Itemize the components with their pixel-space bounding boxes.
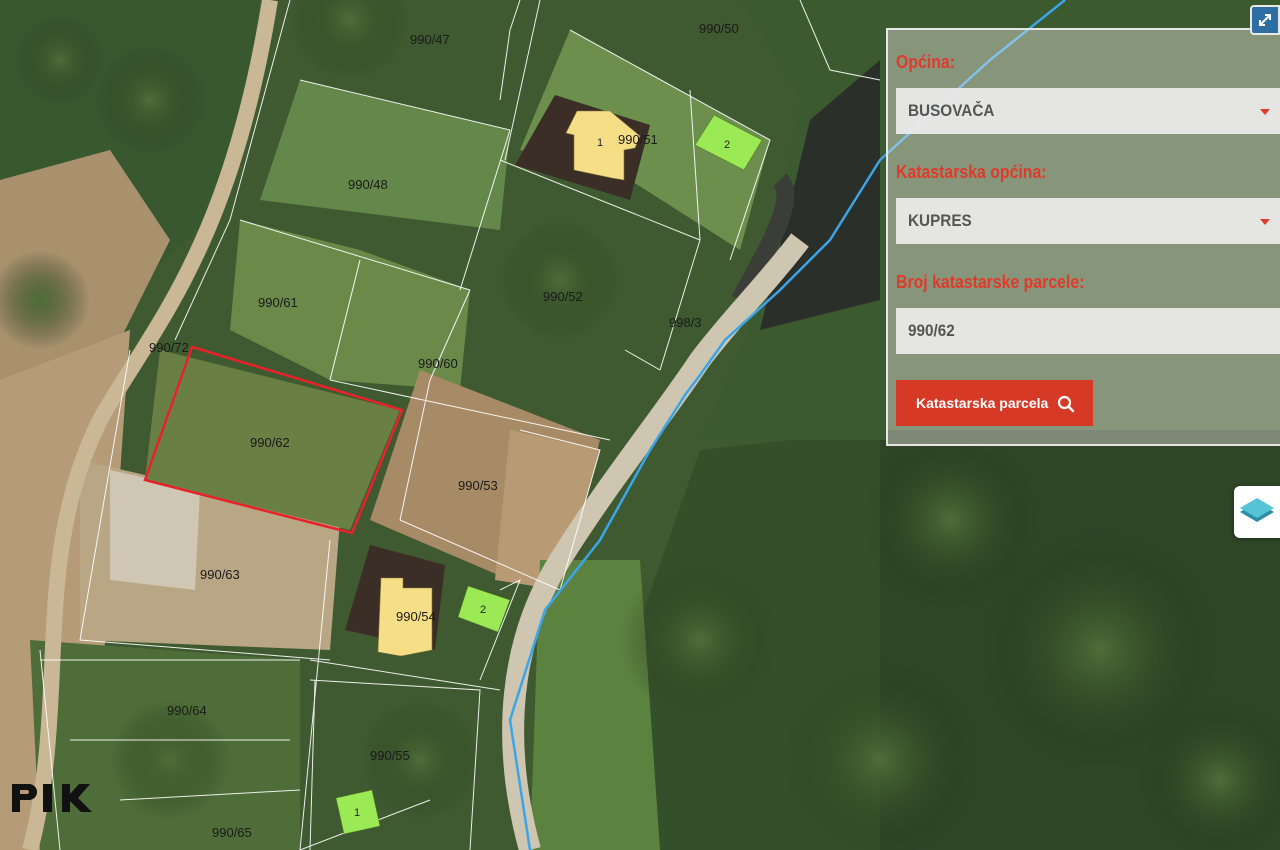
cadastral-municipality-value: KUPRES (908, 211, 972, 230)
expand-arrows-icon (1259, 14, 1271, 26)
building-b3-number: 2 (480, 604, 486, 616)
parcel-label-990_62: 990/62 (250, 435, 290, 450)
chevron-down-icon (1260, 109, 1270, 115)
parcel-label-990_61: 990/61 (258, 295, 298, 310)
parcel-search-panel: Općina: BUSOVAČA Katastarska općina: KUP… (886, 28, 1280, 446)
parcel-label-990_51: 990/51 (618, 132, 658, 147)
parcel-label-990_72: 990/72 (149, 340, 189, 355)
building-b1-number: 1 (597, 137, 603, 149)
municipality-select[interactable]: BUSOVAČA (896, 88, 1280, 134)
building-b2-number: 2 (724, 139, 730, 151)
parcel-label-990_55: 990/55 (370, 748, 410, 763)
cadastral-municipality-select[interactable]: KUPRES (896, 198, 1280, 244)
parcel-label-990_53: 990/53 (458, 478, 498, 493)
layers-icon (1240, 498, 1274, 522)
search-icon (1057, 395, 1075, 413)
fullscreen-button[interactable] (1250, 5, 1280, 35)
parcel-number-input[interactable]: 990/62 (896, 308, 1280, 354)
chevron-down-icon (1260, 219, 1270, 225)
parcel-label-990_52: 990/52 (543, 289, 583, 304)
parcel-label-990_60: 990/60 (418, 356, 458, 371)
search-parcel-button-label: Katastarska parcela (916, 395, 1049, 411)
parcel-label-990_48: 990/48 (348, 177, 388, 192)
parcel-label-998_3: 998/3 (669, 315, 702, 330)
parcel-label-990_63: 990/63 (200, 567, 240, 582)
parcel-label-990_50: 990/50 (699, 21, 739, 36)
search-parcel-button[interactable]: Katastarska parcela (896, 380, 1093, 426)
parcel-label-990_65: 990/65 (212, 825, 252, 840)
parcel-number-value: 990/62 (908, 321, 955, 340)
parcel-label-990_47: 990/47 (410, 32, 450, 47)
municipality-label: Općina: (896, 52, 955, 72)
building-b4-number: 1 (354, 807, 360, 819)
cadastral-municipality-label: Katastarska općina: (896, 162, 1047, 182)
parcel-number-label: Broj katastarske parcele: (896, 272, 1085, 292)
pik-logo (12, 784, 92, 812)
layers-button[interactable] (1234, 486, 1280, 538)
parcel-label-990_64: 990/64 (167, 703, 207, 718)
municipality-value: BUSOVAČA (908, 101, 995, 120)
parcel-label-990_54: 990/54 (396, 609, 436, 624)
